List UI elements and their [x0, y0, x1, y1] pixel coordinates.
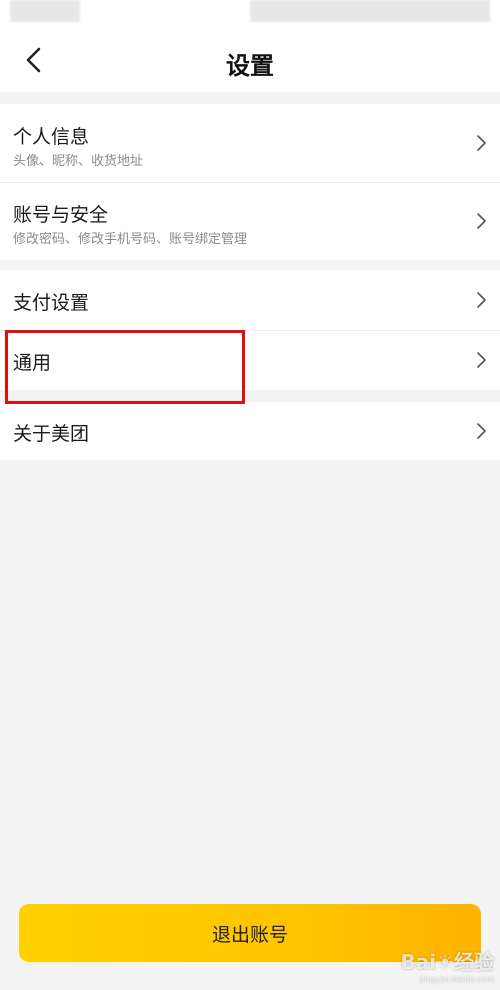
- settings-item-personal-info[interactable]: 个人信息 头像、昵称、收货地址: [0, 104, 500, 182]
- chevron-right-icon: [477, 423, 486, 439]
- nav-bar: 设置: [0, 30, 500, 92]
- settings-item-account-security[interactable]: 账号与安全 修改密码、修改手机号码、账号绑定管理: [0, 182, 500, 260]
- settings-item-subtitle: 修改密码、修改手机号码、账号绑定管理: [13, 232, 248, 247]
- settings-item-about[interactable]: 关于美团: [0, 402, 500, 460]
- settings-item-payment[interactable]: 支付设置: [0, 270, 500, 330]
- watermark-url: jingyan.baidu.com: [420, 975, 494, 984]
- baidu-watermark-logo: Bai☀经验 jingyan.baidu.com: [400, 946, 494, 984]
- chevron-right-icon: [477, 292, 486, 308]
- settings-group-account: 个人信息 头像、昵称、收货地址 账号与安全 修改密码、修改手机号码、账号绑定管理: [0, 104, 500, 260]
- settings-item-general[interactable]: 通用: [0, 330, 500, 390]
- settings-item-title: 账号与安全: [13, 204, 109, 226]
- chevron-right-icon: [477, 135, 486, 151]
- status-bar-blurred-right: [250, 0, 490, 22]
- status-bar-blurred-left: [10, 0, 80, 22]
- chevron-right-icon: [477, 352, 486, 368]
- settings-item-title: 关于美团: [13, 423, 90, 445]
- settings-item-title: 个人信息: [13, 126, 90, 148]
- page-title: 设置: [226, 52, 274, 80]
- status-bar: [0, 0, 500, 30]
- settings-group-general: 支付设置 通用: [0, 270, 500, 390]
- watermark-suffix: 经验: [454, 950, 494, 974]
- settings-item-title: 通用: [13, 352, 52, 374]
- chevron-right-icon: [477, 213, 486, 229]
- settings-screen: 设置 个人信息 头像、昵称、收货地址 账号与安全 修改密码、修改手机号码、账号绑…: [0, 0, 500, 990]
- watermark-brand: Bai: [400, 950, 437, 974]
- settings-item-subtitle: 头像、昵称、收货地址: [13, 154, 144, 169]
- logout-button-label: 退出账号: [211, 923, 288, 946]
- settings-group-about: 关于美团: [0, 402, 500, 460]
- settings-item-title: 支付设置: [13, 292, 90, 314]
- paw-icon: ☀: [436, 950, 454, 974]
